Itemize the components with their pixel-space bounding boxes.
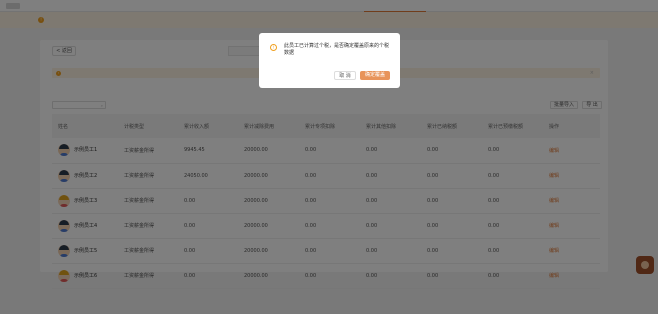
confirm-overwrite-button[interactable]: 确定覆盖 [360, 71, 390, 80]
dialog-message: 此员工已计算过个税，是否确定覆盖原来的个税数据 [284, 43, 390, 56]
confirm-dialog: ! 此员工已计算过个税，是否确定覆盖原来的个税数据 取 消 确定覆盖 [259, 33, 400, 88]
warning-icon: ! [270, 44, 277, 51]
cancel-button[interactable]: 取 消 [334, 71, 356, 80]
